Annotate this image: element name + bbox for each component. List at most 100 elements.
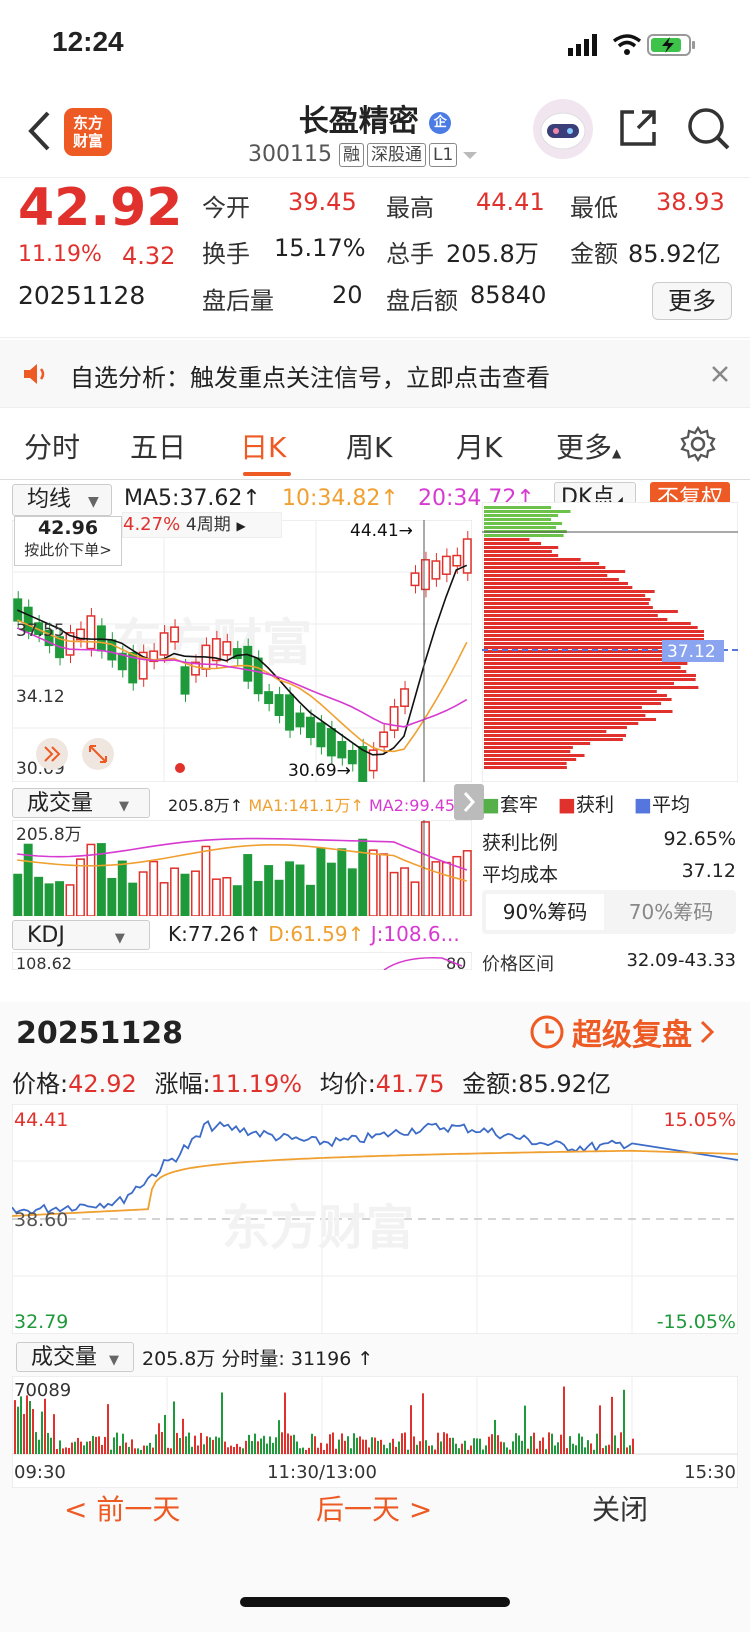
intraday-volume-bar: [593, 1449, 595, 1454]
kdj-select-caret: ▼: [114, 931, 125, 946]
volume-bar: [201, 845, 211, 916]
intraday-volume-bar: [323, 1449, 325, 1454]
scroll-right-button[interactable]: [454, 784, 484, 820]
intraday-price-chart[interactable]: 东方财富 44.41 38.60 32.79 15.05% -15.05%: [12, 1104, 738, 1334]
intraday-volume-bar: [560, 1434, 562, 1454]
intraday-volume-bar: [512, 1441, 514, 1454]
intraday-volume-bar: [602, 1448, 604, 1454]
volume-bar: [180, 873, 190, 916]
intraday-volume-bar: [518, 1435, 520, 1454]
quote-date: 20251128: [18, 281, 146, 310]
tab-more[interactable]: 更多▲: [556, 426, 621, 466]
chip-bar: [484, 558, 581, 561]
time-end: 15:30: [684, 1462, 736, 1483]
intraday-volume-bar: [581, 1436, 583, 1454]
intraday-volume-bar: [404, 1432, 406, 1454]
intraday-volume-bar: [347, 1436, 349, 1454]
intraday-volume-bar: [437, 1432, 439, 1454]
profit-ratio-value: 92.65%: [663, 828, 736, 850]
review-change-label: 涨幅:: [154, 1070, 211, 1098]
intraday-volume-bar: [224, 1441, 226, 1454]
prev-day-button[interactable]: < 前一天: [64, 1488, 180, 1528]
intraday-volume-bar: [455, 1443, 457, 1454]
tab-weekly-k[interactable]: 周K: [346, 426, 392, 466]
intraday-volume-bar: [83, 1445, 85, 1454]
intraday-volume-bar: [284, 1392, 286, 1454]
tab-five-day[interactable]: 五日: [130, 426, 186, 466]
price-range-label: 价格区间: [482, 954, 554, 975]
chip-bar: [484, 514, 559, 517]
volume-select[interactable]: 成交量 ▼: [12, 788, 150, 818]
intraday-volume-bar: [497, 1435, 499, 1454]
tab-daily-k[interactable]: 日K: [240, 426, 286, 466]
chip-bar: [484, 730, 607, 733]
volume-bar: [107, 877, 117, 916]
ma-select-label: 均线: [27, 487, 72, 512]
close-icon[interactable]: [710, 364, 730, 384]
chevron-down-icon[interactable]: [460, 148, 480, 162]
intraday-volume-bar: [20, 1396, 22, 1454]
chip-bar: [484, 726, 627, 729]
volume-bar: [222, 877, 232, 916]
intraday-volume-bar: [314, 1436, 316, 1454]
ma-select[interactable]: 均线 ▼: [12, 484, 112, 516]
intraday-volume-bar: [161, 1432, 163, 1454]
period-change-box[interactable]: 4.27% 4周期 ▶: [122, 512, 282, 538]
volume-bar: [368, 849, 378, 916]
next-day-button[interactable]: 后一天 >: [316, 1488, 432, 1528]
kdj-select[interactable]: KDJ ▼: [12, 920, 150, 950]
chip-bar: [484, 542, 542, 545]
close-button[interactable]: 关闭: [592, 1488, 648, 1528]
intraday-volume-bar: [353, 1433, 355, 1454]
analysis-notice[interactable]: 自选分析：触发重点关注信号，立即点击查看: [0, 340, 750, 408]
chip-bar: [484, 754, 585, 757]
intraday-volume-bar: [485, 1445, 487, 1454]
tab-monthly-k[interactable]: 月K: [456, 426, 502, 466]
chip-bar: [484, 622, 691, 625]
intraday-volume-bar: [137, 1448, 139, 1454]
more-button[interactable]: 更多: [652, 282, 732, 320]
speaker-icon: [24, 364, 45, 384]
intraday-volume-bar: [221, 1392, 223, 1454]
kdj-k: K:77.26↑: [168, 922, 262, 946]
volume-bar: [358, 838, 368, 916]
avg-cost-label: 37.12: [667, 642, 716, 662]
intraday-volume-bar: [119, 1445, 121, 1454]
intraday-volume-bar: [344, 1440, 346, 1454]
super-review-link[interactable]: 超级复盘: [528, 1012, 716, 1053]
intraday-volume-bar: [155, 1434, 157, 1454]
intraday-volume-bar: [623, 1389, 625, 1454]
tab-90-chips[interactable]: 90%筹码: [486, 894, 604, 930]
tab-70-chips[interactable]: 70%筹码: [612, 894, 730, 930]
robot-assistant-icon[interactable]: [532, 98, 594, 160]
legend-profit-swatch: ■: [558, 794, 576, 816]
search-icon[interactable]: [686, 106, 732, 152]
afterhours-volume-label: 盘后量: [202, 287, 274, 315]
intraday-volume-bar: [131, 1439, 133, 1454]
intraday-volume-bar: [191, 1446, 193, 1454]
period-label: 4周期: [185, 515, 231, 535]
volume-bar: [13, 873, 23, 916]
volume-bar: [379, 853, 389, 916]
intraday-volume-bar: [401, 1433, 403, 1454]
chip-bar: [484, 618, 668, 621]
intraday-volume-bar: [548, 1432, 550, 1454]
chip-bar: [484, 710, 673, 713]
time-start: 09:30: [14, 1462, 66, 1483]
intraday-y-bot: 32.79: [14, 1311, 68, 1333]
tab-more-label: 更多: [556, 431, 613, 464]
intraday-volume-select[interactable]: 成交量 ▼: [16, 1342, 134, 1372]
intraday-volume-bar: [185, 1436, 187, 1454]
share-icon[interactable]: [616, 106, 660, 150]
price-tooltip[interactable]: 42.96 按此价下单>: [14, 516, 122, 566]
intraday-volume-bar: [329, 1434, 331, 1454]
intraday-volume-bar: [629, 1445, 631, 1454]
volume-bar: [128, 882, 138, 916]
settings-gear-icon[interactable]: [680, 426, 716, 462]
intraday-y-top: 44.41: [14, 1109, 68, 1131]
afterhours-amount-value: 85840: [470, 281, 547, 309]
intraday-volume-bar: [287, 1433, 289, 1454]
intraday-volume-bar: [596, 1433, 598, 1454]
tab-intraday[interactable]: 分时: [24, 426, 80, 466]
candle-body: [295, 712, 305, 728]
